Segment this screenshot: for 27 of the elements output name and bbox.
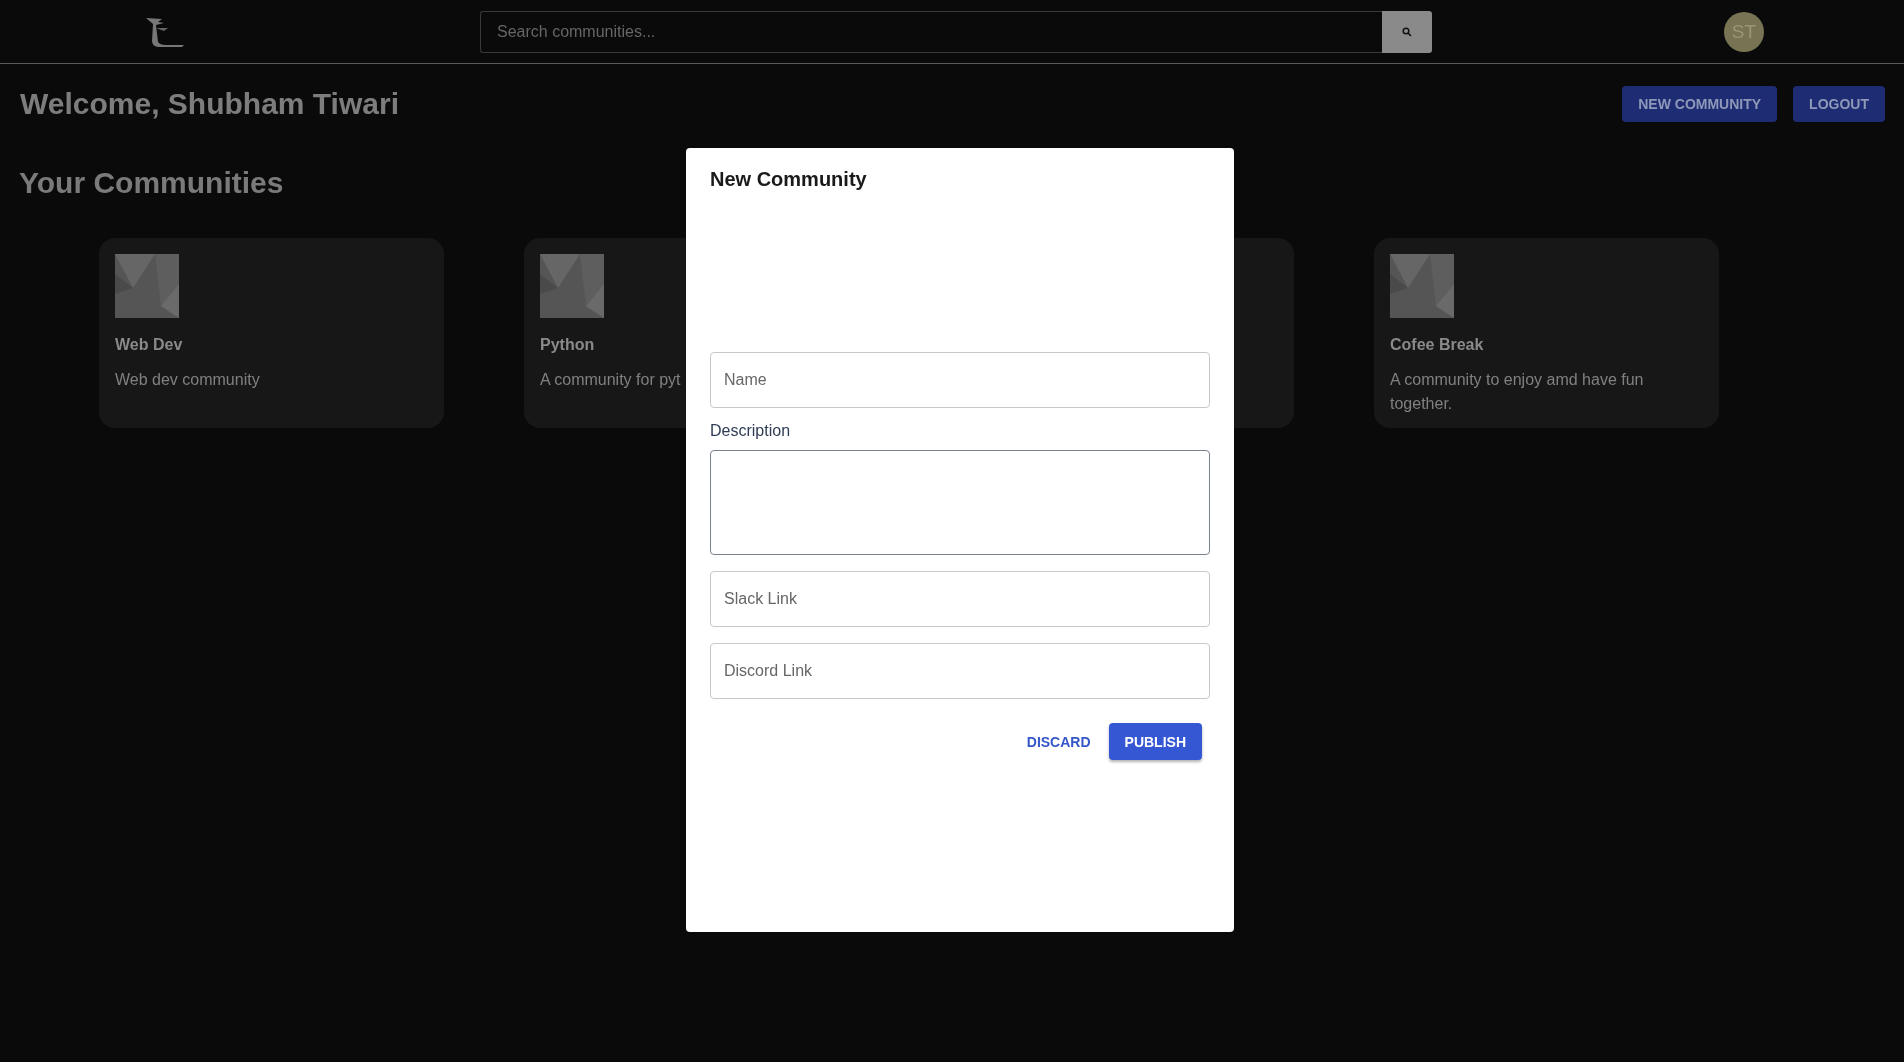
welcome-heading: Welcome, Shubham Tiwari: [20, 87, 399, 121]
card-description: A community for pyt: [540, 370, 681, 390]
card-description: A community to enjoy amd have fun together.: [1390, 370, 1645, 414]
field-label: Description: [710, 422, 792, 440]
search-button[interactable]: [1382, 10, 1432, 53]
search-field[interactable]: Search communities...: [480, 10, 1382, 53]
action-button[interactable]: NEW COMMUNITY: [1622, 86, 1778, 122]
logo-icon[interactable]: [144, 15, 186, 48]
search-icon: [1402, 26, 1412, 37]
text-field[interactable]: Name: [710, 352, 1210, 408]
section-heading: Your Communities: [19, 166, 284, 200]
community-card[interactable]: Web Dev Web dev community: [99, 238, 444, 428]
placeholder-image-icon: [540, 254, 604, 318]
description-field[interactable]: [710, 450, 1210, 555]
placeholder-image-icon: [1390, 254, 1454, 318]
action-button[interactable]: LOGOUT: [1793, 86, 1885, 122]
card-description: Web dev community: [115, 370, 260, 390]
community-card[interactable]: Cofee Break A community to enjoy amd have fun together.: [1374, 238, 1719, 428]
dialog-title: New Community: [710, 168, 868, 191]
publish-button[interactable]: PUBLISH: [1108, 723, 1202, 760]
card-title: Python: [540, 336, 595, 354]
card-title: Cofee Break: [1390, 336, 1484, 354]
placeholder-image-icon: [115, 254, 179, 318]
card-title: Web Dev: [115, 336, 183, 354]
discard-button[interactable]: DISCARD: [1020, 723, 1097, 760]
text-field[interactable]: Discord Link: [710, 643, 1210, 699]
text-field[interactable]: Slack Link: [710, 571, 1210, 627]
